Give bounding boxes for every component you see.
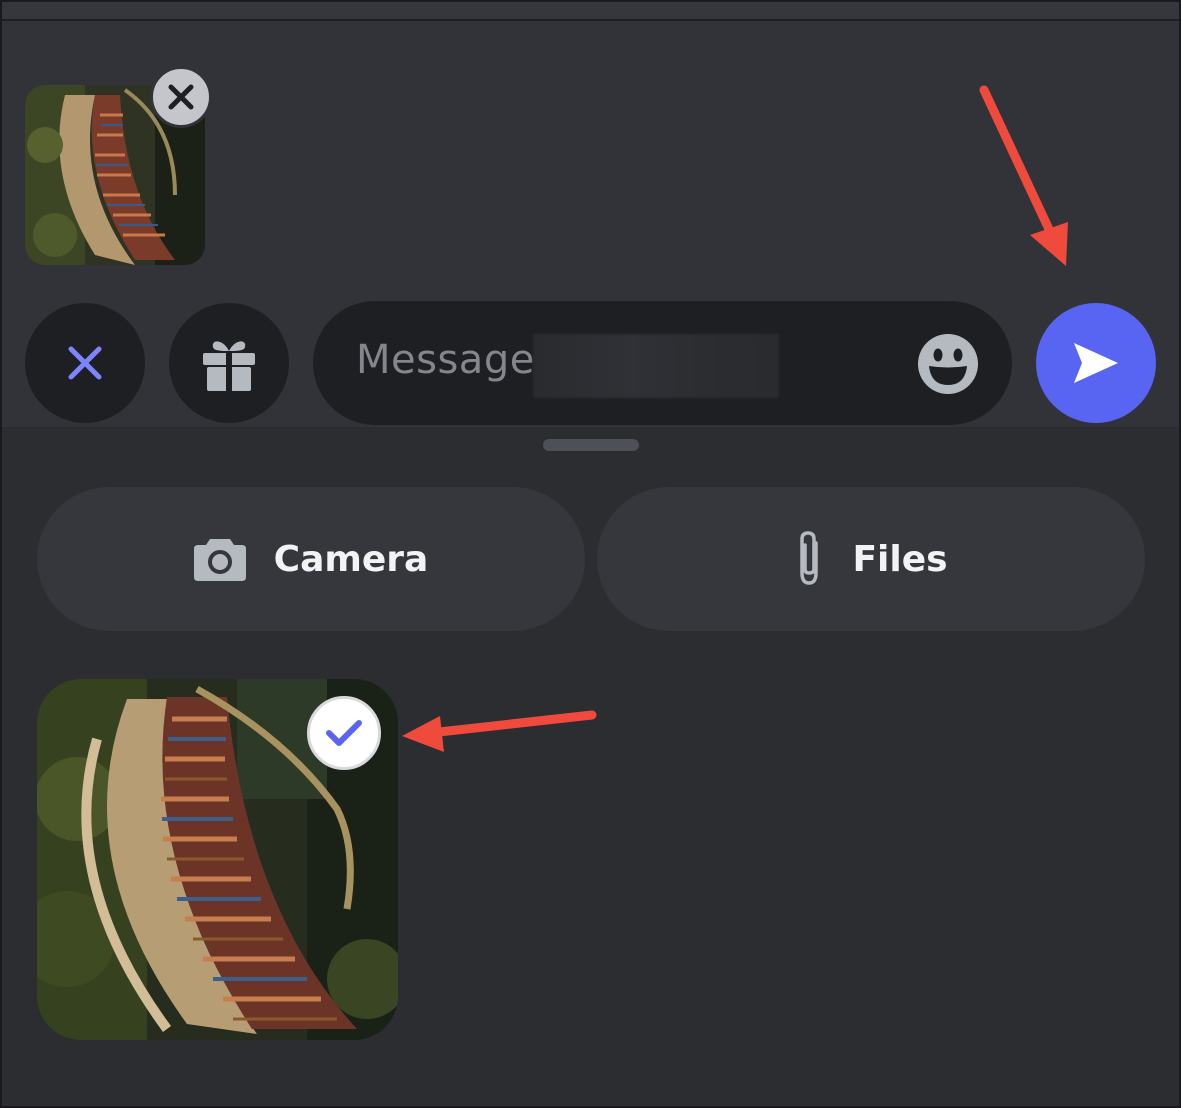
message-placeholder: Message (356, 337, 535, 383)
remove-attachment-button[interactable] (150, 66, 212, 128)
camera-icon (193, 539, 246, 581)
camera-label: Camera (273, 538, 429, 580)
message-input[interactable]: Message (313, 301, 1012, 425)
emoji-button[interactable] (917, 333, 979, 395)
emoji-smile-icon (918, 334, 978, 394)
files-label: Files (852, 538, 948, 580)
message-composer: Message (0, 21, 1181, 427)
redacted-recipient (533, 334, 779, 398)
paperclip-icon (800, 531, 819, 585)
close-picker-button[interactable] (25, 303, 145, 423)
send-icon (1074, 343, 1118, 383)
close-icon (68, 346, 102, 380)
gift-icon (203, 341, 255, 391)
selected-check-badge[interactable] (307, 696, 381, 770)
gift-button[interactable] (169, 303, 289, 423)
top-divider (0, 0, 1181, 21)
checkmark-icon (326, 720, 362, 746)
attachment-picker: Camera Files (0, 427, 1181, 1108)
close-icon (168, 84, 194, 110)
files-button[interactable]: Files (597, 487, 1145, 631)
drag-handle[interactable] (543, 439, 639, 451)
camera-button[interactable]: Camera (37, 487, 585, 631)
send-button[interactable] (1036, 303, 1156, 423)
